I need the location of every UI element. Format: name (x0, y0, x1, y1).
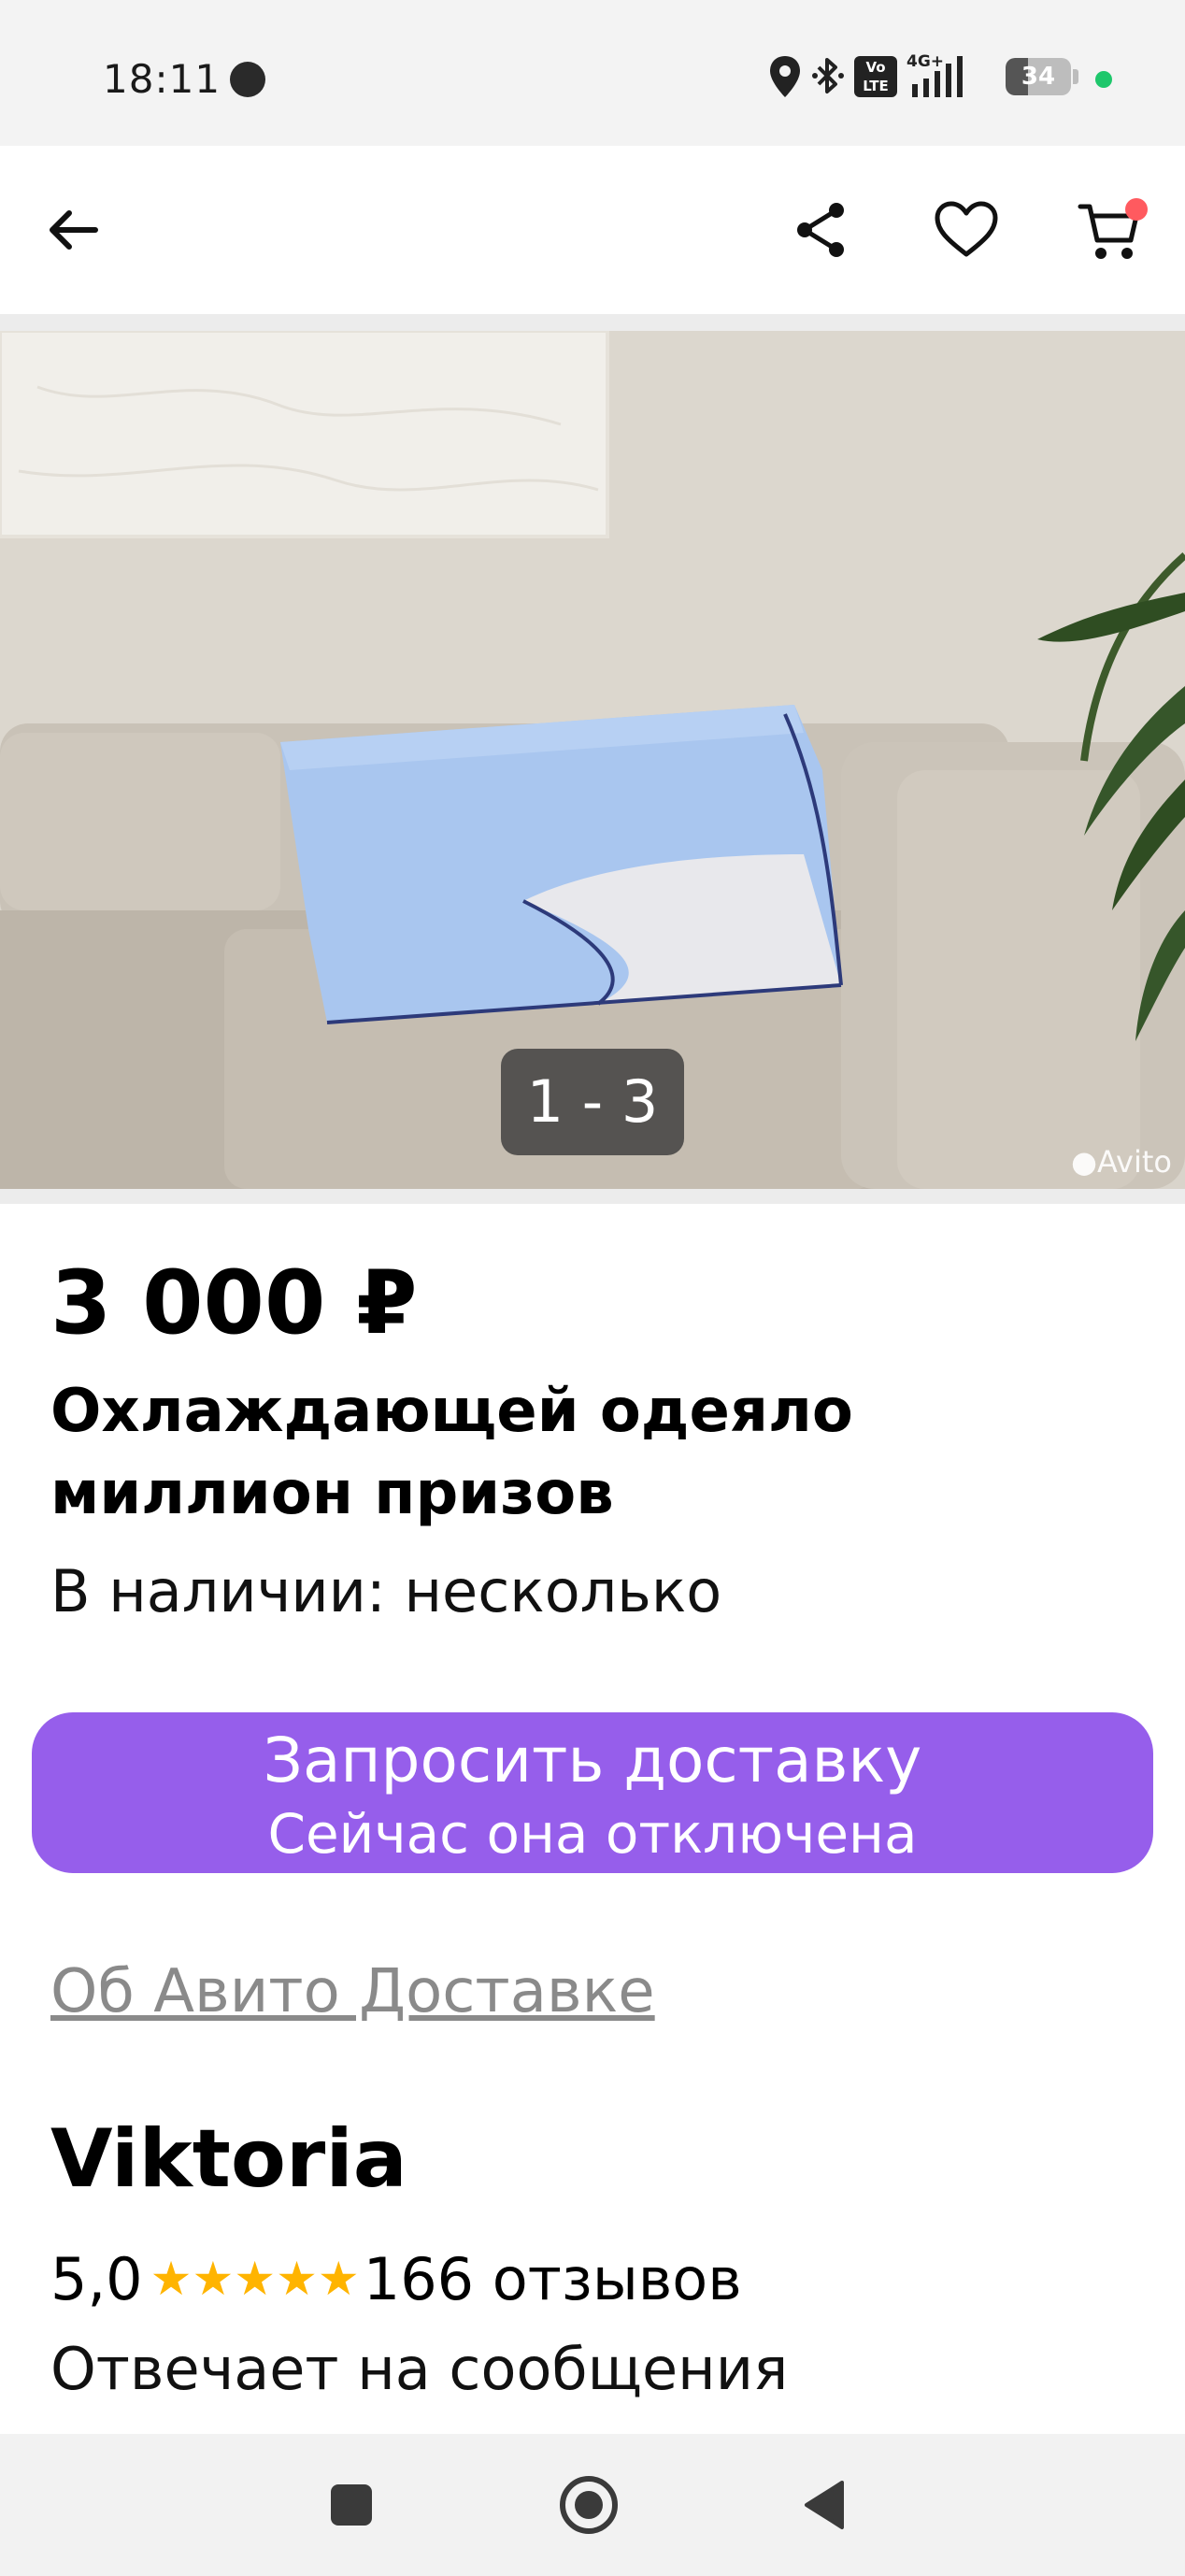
cart-badge (1125, 198, 1148, 221)
square-icon (331, 2484, 372, 2526)
request-delivery-button[interactable]: Запросить доставку Сейчас она отключена (32, 1712, 1153, 1873)
circle-home-icon (560, 2476, 618, 2534)
delivery-button-sublabel: Сейчас она отключена (267, 1802, 918, 1866)
location-icon (770, 56, 800, 97)
back-button[interactable] (17, 146, 129, 314)
divider (0, 1189, 1185, 1204)
recents-button[interactable] (286, 2434, 417, 2576)
app-header (0, 146, 1185, 314)
star-icon: ★ (234, 2252, 277, 2306)
reviews-count: 166 отзывов (363, 2244, 742, 2313)
battery-icon: 34 (1006, 58, 1071, 95)
availability-text: В наличии: несколько (50, 1557, 722, 1625)
notification-dot-icon (230, 62, 265, 97)
about-delivery-link[interactable]: Об Авито Доставке (50, 1957, 655, 2026)
bluetooth-icon (812, 58, 844, 93)
status-time: 18:11 (103, 56, 221, 102)
star-icon: ★ (317, 2252, 360, 2306)
photo-gallery[interactable]: 1 - 3 ●Avito (0, 331, 1185, 1189)
star-icon: ★ (192, 2252, 235, 2306)
watermark: ●Avito (1071, 1144, 1172, 1180)
delivery-button-label: Запросить доставку (263, 1724, 922, 1796)
share-button[interactable] (764, 146, 877, 314)
status-icons: Vo LTE 4G+ 34 (766, 52, 1140, 105)
triangle-back-icon (805, 2481, 844, 2529)
listing-title: Охлаждающей одеяло миллион призов (50, 1377, 853, 1528)
rating-stars: ★ ★ ★ ★ ★ (150, 2255, 360, 2302)
star-icon: ★ (150, 2252, 193, 2306)
rating-value: 5,0 (50, 2244, 143, 2313)
charging-dot-icon (1095, 71, 1112, 88)
star-icon: ★ (276, 2252, 318, 2306)
seller-rating[interactable]: 5,0 ★ ★ ★ ★ ★ 166 отзывов (50, 2241, 742, 2316)
system-back-button[interactable] (759, 2434, 890, 2576)
network-label: 4G+ (907, 52, 945, 71)
divider (0, 314, 1185, 331)
watermark-dots-icon: ● (1071, 1144, 1098, 1180)
seller-name[interactable]: Viktoria (50, 2112, 407, 2206)
battery-level: 34 (1021, 63, 1056, 91)
photo-counter: 1 - 3 (501, 1049, 684, 1155)
price: 3 000 ₽ (50, 1252, 418, 1354)
status-bar: 18:11 Vo LTE 4G+ 34 (0, 0, 1185, 146)
favorite-button[interactable] (910, 146, 1022, 314)
signal-icon: 4G+ (907, 52, 972, 105)
system-nav-bar (0, 2434, 1185, 2576)
home-button[interactable] (523, 2434, 654, 2576)
heart-icon (935, 201, 998, 257)
back-arrow-icon (50, 210, 98, 250)
cart-button[interactable] (1054, 146, 1166, 314)
volte-icon: Vo LTE (854, 56, 897, 97)
share-icon (797, 203, 844, 257)
watermark-text: Avito (1097, 1144, 1172, 1180)
reply-note: Отвечает на сообщения (50, 2335, 789, 2403)
